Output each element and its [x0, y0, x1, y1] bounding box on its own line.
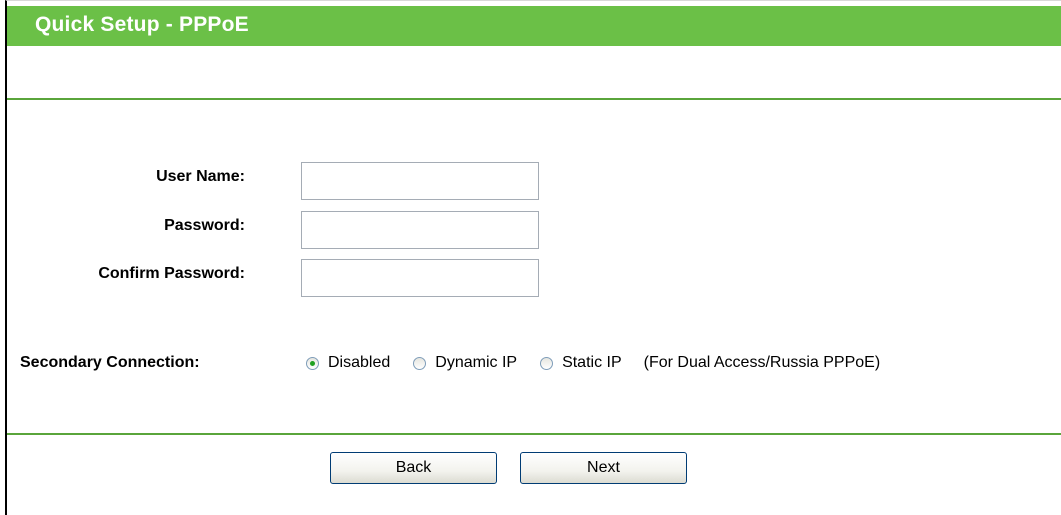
secondary-connection-note: (For Dual Access/Russia PPPoE) [643, 354, 881, 371]
password-label: Password: [164, 217, 245, 234]
password-input[interactable] [301, 211, 539, 249]
secondary-connection-radio-group: Disabled Dynamic IP Static IP (For Dual … [306, 352, 880, 374]
radio-static-ip[interactable] [540, 356, 554, 370]
back-button[interactable]: Back [330, 452, 497, 484]
content-frame [5, 0, 1061, 515]
user-name-label: User Name: [156, 168, 245, 185]
radio-dynamic-ip[interactable] [413, 356, 427, 370]
page-title: Quick Setup - PPPoE [35, 13, 249, 36]
secondary-connection-label: Secondary Connection: [20, 354, 200, 371]
radio-disabled[interactable] [306, 356, 319, 370]
radio-static-ip-label: Static IP [562, 354, 622, 371]
radio-option-dynamic-ip[interactable]: Dynamic IP [413, 354, 517, 372]
divider-bottom [7, 433, 1061, 435]
radio-disabled-label: Disabled [328, 354, 391, 371]
radio-dynamic-ip-label: Dynamic IP [435, 354, 518, 371]
radio-option-static-ip[interactable]: Static IP [540, 354, 622, 372]
user-name-input[interactable] [301, 162, 539, 200]
divider-top [7, 98, 1061, 100]
radio-option-disabled[interactable]: Disabled [306, 354, 390, 372]
confirm-password-label: Confirm Password: [98, 265, 245, 282]
title-bar: Quick Setup - PPPoE [7, 6, 1061, 46]
confirm-password-input[interactable] [301, 259, 539, 297]
next-button[interactable]: Next [520, 452, 687, 484]
